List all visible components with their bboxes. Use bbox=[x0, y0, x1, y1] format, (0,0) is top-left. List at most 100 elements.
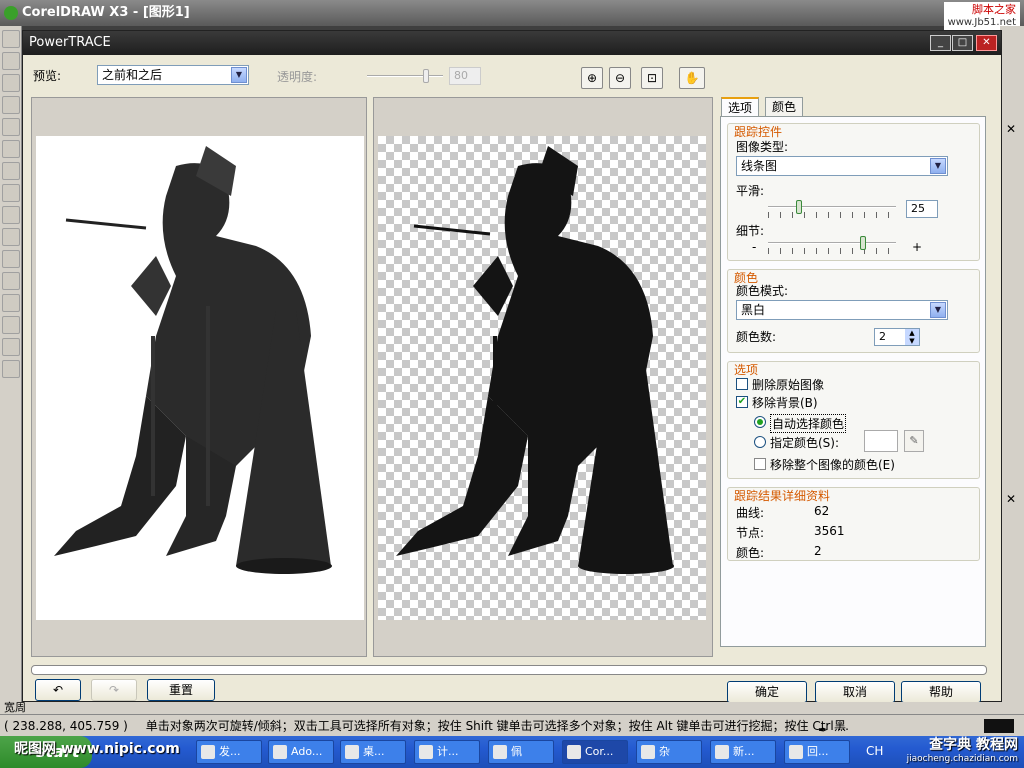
interactive-fill-tool-icon[interactable] bbox=[2, 360, 20, 378]
original-image bbox=[36, 136, 364, 620]
remove-entire-checkbox[interactable] bbox=[754, 458, 766, 470]
detail-plus-label: + bbox=[912, 240, 923, 254]
close-icon[interactable]: ✕ bbox=[1006, 492, 1016, 506]
smoothing-slider[interactable] bbox=[768, 200, 896, 220]
color-mode-label: 颜色模式: bbox=[736, 284, 789, 298]
crop-tool-icon[interactable] bbox=[2, 74, 20, 92]
after-preview-panel bbox=[373, 97, 713, 657]
before-preview-panel bbox=[31, 97, 367, 657]
document-area-strip: 宽周 bbox=[0, 702, 1024, 714]
maximize-icon[interactable]: □ bbox=[952, 35, 973, 51]
ok-button[interactable]: 确定 bbox=[727, 681, 807, 703]
detail-minus-label: - bbox=[752, 240, 757, 254]
pen-icon: ✒ bbox=[818, 723, 829, 736]
options-group: 选项 删除原始图像 ✔ 移除背景(B) 自动选择颜色 指定颜色(S): ✎ 移除… bbox=[727, 361, 980, 479]
zoom-tool-icon[interactable] bbox=[2, 96, 20, 114]
basic-shapes-tool-icon[interactable] bbox=[2, 228, 20, 246]
zoom-out-icon[interactable]: ⊖ bbox=[609, 67, 631, 89]
preview-value: 之前和之后 bbox=[102, 68, 163, 82]
nodes-value: 3561 bbox=[814, 524, 845, 538]
pan-hand-icon[interactable]: ✋ bbox=[679, 67, 705, 89]
eyedropper-icon[interactable]: ✎ bbox=[904, 430, 924, 452]
pick-tool-icon[interactable] bbox=[2, 30, 20, 48]
image-type-select[interactable]: 线条图 ▼ bbox=[736, 156, 948, 176]
tab-options[interactable]: 选项 bbox=[721, 97, 760, 118]
task-item[interactable]: 杂 bbox=[636, 740, 702, 764]
smoothing-field[interactable]: 25 bbox=[906, 200, 938, 218]
curves-value: 62 bbox=[814, 504, 830, 518]
delete-original-label: 删除原始图像 bbox=[752, 378, 825, 392]
interactive-tool-icon[interactable] bbox=[2, 272, 20, 290]
color-count-value: 2 bbox=[879, 330, 886, 343]
trace-controls-group: 跟踪控件 图像类型: 线条图 ▼ 平滑: 25 细节: - + bbox=[727, 123, 980, 261]
colors-label: 颜色: bbox=[736, 546, 765, 560]
watermark-text: 脚本之家 bbox=[972, 3, 1016, 16]
specify-color-radio[interactable] bbox=[754, 436, 766, 448]
shape-tool-icon[interactable] bbox=[2, 52, 20, 70]
specify-color-label: 指定颜色(S): bbox=[770, 436, 840, 450]
help-button[interactable]: 帮助 bbox=[901, 681, 981, 703]
task-item[interactable]: 发... bbox=[196, 740, 262, 764]
fill-tool-icon[interactable] bbox=[2, 338, 20, 356]
director-silhouette-traced bbox=[396, 146, 674, 574]
color-mode-select[interactable]: 黑白 ▼ bbox=[736, 300, 948, 320]
task-item[interactable]: 计... bbox=[414, 740, 480, 764]
color-swatch[interactable] bbox=[864, 430, 898, 452]
task-item[interactable]: 回... bbox=[784, 740, 850, 764]
watermark-bottom-right: 查字典 教程网 jiaocheng.chazidian.com bbox=[906, 737, 1018, 764]
status-bar: ( 238.288, 405.759 ) 单击对象两次可旋转/倾斜；双击工具可选… bbox=[0, 714, 1024, 736]
remove-background-checkbox[interactable]: ✔ bbox=[736, 396, 748, 408]
task-item[interactable]: Ado... bbox=[268, 740, 334, 764]
task-item[interactable]: 新... bbox=[710, 740, 776, 764]
zoom-in-icon[interactable]: ⊕ bbox=[581, 67, 603, 89]
fill-color-swatch bbox=[984, 719, 1014, 733]
freehand-tool-icon[interactable] bbox=[2, 118, 20, 136]
text-tool-icon[interactable] bbox=[2, 250, 20, 268]
delete-original-checkbox[interactable] bbox=[736, 378, 748, 390]
spin-arrows-icon[interactable]: ▲ ▼ bbox=[905, 329, 919, 345]
transparency-label: 透明度: bbox=[277, 70, 318, 84]
minimize-icon[interactable]: _ bbox=[930, 35, 951, 51]
app-title: CorelDRAW X3 - [图形1] bbox=[22, 5, 190, 20]
smart-fill-tool-icon[interactable] bbox=[2, 140, 20, 158]
remove-entire-label: 移除整个图像的颜色(E) bbox=[770, 458, 895, 472]
task-item[interactable]: 佩 bbox=[488, 740, 554, 764]
reset-button[interactable]: 重置 bbox=[147, 679, 215, 701]
cancel-button[interactable]: 取消 bbox=[815, 681, 895, 703]
close-icon[interactable]: ✕ bbox=[976, 35, 997, 51]
auto-select-label: 自动选择颜色 bbox=[770, 414, 847, 433]
language-indicator[interactable]: CH bbox=[866, 744, 883, 758]
zoom-fit-icon[interactable]: ⊡ bbox=[641, 67, 663, 89]
transparency-slider bbox=[367, 69, 443, 85]
image-type-value: 线条图 bbox=[741, 159, 778, 173]
trace-results-title: 跟踪结果详细资料 bbox=[734, 489, 831, 503]
color-count-label: 颜色数: bbox=[736, 330, 777, 344]
outline-tool-icon[interactable] bbox=[2, 316, 20, 334]
task-item[interactable]: 桌... bbox=[340, 740, 406, 764]
trace-results-group: 跟踪结果详细资料 曲线: 62 节点: 3561 颜色: 2 bbox=[727, 487, 980, 561]
status-hint: 单击对象两次可旋转/倾斜；双击工具可选择所有对象；按住 Shift 键单击可选择… bbox=[145, 719, 849, 733]
rectangle-tool-icon[interactable] bbox=[2, 162, 20, 180]
trace-progress-bar bbox=[31, 665, 987, 675]
color-mode-value: 黑白 bbox=[741, 303, 766, 317]
color-count-stepper[interactable]: 2 ▲ ▼ bbox=[874, 328, 920, 346]
polygon-tool-icon[interactable] bbox=[2, 206, 20, 224]
toolbox bbox=[0, 26, 22, 702]
close-icon[interactable]: ✕ bbox=[1006, 122, 1016, 136]
auto-select-radio[interactable] bbox=[754, 416, 766, 428]
nodes-label: 节点: bbox=[736, 526, 765, 540]
ellipse-tool-icon[interactable] bbox=[2, 184, 20, 202]
redo-button: ↷ bbox=[91, 679, 137, 701]
undo-button[interactable]: ↶ bbox=[35, 679, 81, 701]
task-item-coreldraw[interactable]: Cor... bbox=[562, 740, 628, 764]
eyedropper-tool-icon[interactable] bbox=[2, 294, 20, 312]
tab-colors[interactable]: 颜色 bbox=[765, 97, 804, 117]
preview-select[interactable]: 之前和之后 ▼ bbox=[97, 65, 249, 85]
smoothing-label: 平滑: bbox=[736, 184, 765, 198]
detail-slider[interactable] bbox=[768, 236, 896, 256]
preview-label: 预览: bbox=[33, 69, 62, 83]
image-type-label: 图像类型: bbox=[736, 140, 789, 154]
dialog-title-bar: PowerTRACE _ □ ✕ bbox=[23, 31, 1001, 55]
docker-strip: ✕ ✕ bbox=[1000, 26, 1024, 702]
chevron-down-icon: ▼ bbox=[930, 158, 946, 174]
